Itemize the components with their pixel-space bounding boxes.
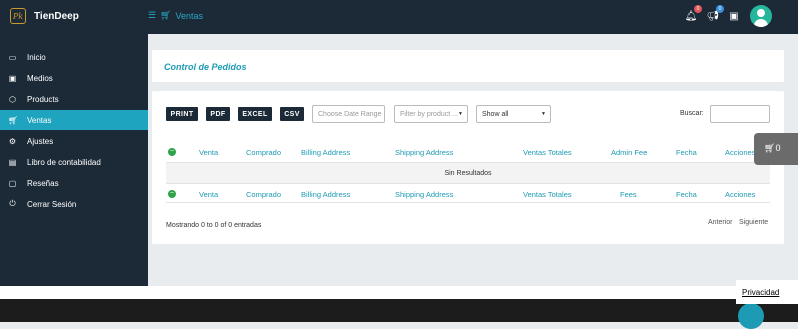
sidebar-item-resenas[interactable]: ▢ Reseñas [0,173,148,193]
column-header[interactable]: Shipping Address [395,148,453,157]
excel-button[interactable]: EXCEL [238,107,272,121]
sidebar-item-products[interactable]: ⬡ Products [0,89,148,109]
column-header[interactable]: Billing Address [301,148,350,157]
sidebar-item-label: Libro de contabilidad [27,157,101,167]
sidebar-item-label: Reseñas [27,178,59,188]
sidebar-item-ventas[interactable]: 🛒︎ Ventas [0,110,148,130]
sidebar-item-label: Ventas [27,115,52,125]
sidebar-item-label: Medios [27,73,53,83]
caret-down-icon: ▼ [458,111,463,117]
pdf-button[interactable]: PDF [206,107,230,121]
file-icon: ▤ [8,157,17,167]
column-footer: Billing Address [301,190,351,199]
box-icon: ⬡ [9,94,16,104]
column-footer: Comprado [246,190,282,199]
sidebar-item-label: Ajustes [27,136,54,146]
column-footer: Acciones [725,190,756,199]
menu-toggle-icon[interactable]: ☰ [148,10,156,21]
sidebar-item-inicio[interactable]: ▭ Inicio [0,47,148,67]
cart-icon: 🛒︎ [160,10,172,20]
monitor-icon: ▭ [8,52,17,62]
avatar[interactable] [750,5,772,27]
sidebar-item-label: Cerrar Sesión [27,199,77,209]
search-input[interactable] [710,105,770,123]
column-header[interactable]: Fecha [676,148,697,157]
column-header[interactable]: Comprado [246,148,281,157]
sidebar-item-label: Inicio [27,52,46,62]
cart-count: 0 [775,143,781,153]
expand-icon[interactable]: − [168,190,176,198]
brand-name: TienDeep [34,10,79,22]
column-footer: Ventas Totales [523,190,572,199]
product-filter-select[interactable]: Filter by product ... ▼ [394,105,468,123]
column-footer: Fees [620,190,637,199]
brand[interactable]: Pk TienDeep [10,8,79,24]
csv-button[interactable]: CSV [280,107,304,121]
image-icon: ▣ [8,73,17,83]
show-select[interactable]: Show all ▼ [476,105,551,123]
chat-fab[interactable] [738,303,764,329]
privacy-link[interactable]: Privacidad [742,288,779,297]
comment-icon: ▢ [8,178,17,188]
sidebar-item-medios[interactable]: ▣ Medios [0,68,148,88]
power-icon: ⏻ [9,199,16,208]
floating-cart-button[interactable]: 🛒︎0 [754,133,798,165]
sidebar-item-libro[interactable]: ▤ Libro de contabilidad [0,152,148,172]
sidebar-item-ajustes[interactable]: ⚙ Ajustes [0,131,148,151]
divider [166,202,770,203]
privacy-badge: Privacidad [736,280,798,304]
print-button[interactable]: PRINT [166,107,198,121]
column-footer: Fecha [676,190,697,199]
show-select-value: Show all [482,110,509,118]
store-icon: ▣ [729,10,739,22]
search-label: Buscar: [680,110,704,117]
orders-card: PRINT PDF EXCEL CSV Choose Date Range Fi… [152,91,784,244]
footer [0,299,798,322]
column-header[interactable]: Venta [199,148,218,157]
date-range-input[interactable]: Choose Date Range [312,105,385,123]
column-header[interactable]: Acciones [725,148,755,157]
announcements-badge: 0 [716,5,724,13]
cart-icon: 🛒︎ [8,115,19,125]
top-navbar: Pk TienDeep ☰ 🛒︎ Ventas 🔔︎ 0 📢︎ 0 ▣ [0,0,798,34]
next-button[interactable]: Siguiente [739,219,768,226]
expand-icon[interactable]: − [168,148,176,156]
column-header[interactable]: Ventas Totales [523,148,572,157]
breadcrumb: ☰ 🛒︎ Ventas [148,10,203,21]
cart-icon: 🛒︎ [764,143,776,153]
brand-logo: Pk [10,8,26,24]
page-title: Control de Pedidos [164,62,247,72]
sidebar-item-label: Products [27,94,59,104]
sidebar-item-logout[interactable]: ⏻ Cerrar Sesión [0,194,148,214]
column-header[interactable]: Admin Fee [611,148,647,157]
column-footer: Venta [199,190,219,199]
footer-strip [0,286,798,299]
empty-row: Sin Resultados [166,163,770,183]
gears-icon: ⚙ [8,136,17,146]
column-footer: Shipping Address [395,190,454,199]
page-title-card: Control de Pedidos [152,50,784,82]
notifications-button[interactable]: 🔔︎ 0 [684,5,702,23]
product-filter-text: Filter by product ... [400,110,458,118]
breadcrumb-current: Ventas [175,10,204,21]
divider [166,183,770,184]
announcements-button[interactable]: 📢︎ 0 [706,5,724,23]
sidebar: ▭ Inicio ▣ Medios ⬡ Products 🛒︎ Ventas ⚙… [0,34,148,286]
store-button[interactable]: ▣ [727,9,741,23]
table-info: Mostrando 0 to 0 of 0 entradas [166,222,262,229]
caret-down-icon: ▼ [541,111,546,117]
prev-button[interactable]: Anterior [708,219,733,226]
notifications-badge: 0 [694,5,702,13]
